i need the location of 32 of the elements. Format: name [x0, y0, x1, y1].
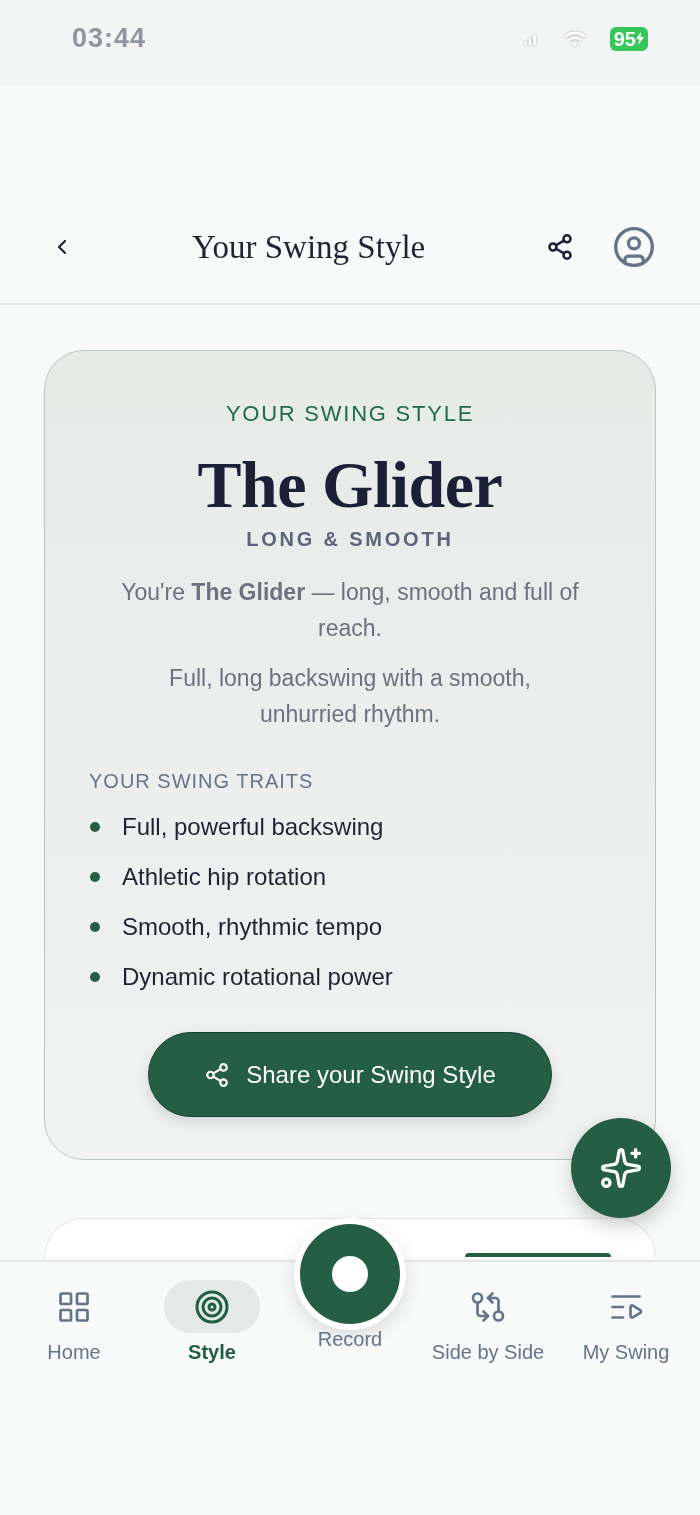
record-button[interactable]: Record	[294, 1218, 406, 1352]
bullet-icon	[90, 822, 100, 832]
user-icon	[612, 224, 656, 269]
share-style-button[interactable]: Share your Swing Style	[148, 1032, 552, 1117]
nav-tab[interactable]: Side by Side	[431, 1262, 545, 1365]
profile-button[interactable]	[612, 224, 656, 269]
style-tagline: LONG & SMOOTH	[246, 527, 454, 552]
trait-text: Full, powerful backswing	[122, 812, 384, 842]
trait-text: Smooth, rhythmic tempo	[122, 912, 383, 942]
share-icon	[546, 232, 574, 261]
battery-level: 95	[613, 26, 636, 51]
nav-tab[interactable]: Home	[26, 1262, 122, 1365]
trait-text: Dynamic rotational power	[122, 962, 393, 992]
bolt-icon	[636, 31, 644, 46]
bullet-icon	[90, 972, 100, 982]
sparkle-icon	[599, 1146, 643, 1190]
target-icon	[164, 1280, 260, 1333]
nav-tab[interactable]: My Swing	[578, 1262, 674, 1365]
style-description: Full, long backswing with a smooth, unhurried rhythm.	[168, 664, 532, 729]
style-name: The Glider	[197, 449, 503, 521]
bullet-icon	[90, 872, 100, 882]
style-summary: You're The Glider — long, smooth and full of reach.	[120, 578, 580, 643]
trait-text: Athletic hip rotation	[122, 862, 327, 892]
share-button[interactable]	[546, 232, 574, 261]
nav-tab[interactable]: Style	[164, 1262, 260, 1365]
traits-heading: YOUR SWING TRAITS	[89, 769, 315, 794]
status-time: 03:44	[72, 22, 147, 56]
card-eyebrow: YOUR SWING STYLE	[225, 400, 475, 428]
ai-assistant-button[interactable]	[571, 1118, 671, 1218]
page-title: Your Swing Style	[192, 227, 426, 267]
bullet-icon	[90, 922, 100, 932]
share-icon	[204, 1061, 231, 1088]
